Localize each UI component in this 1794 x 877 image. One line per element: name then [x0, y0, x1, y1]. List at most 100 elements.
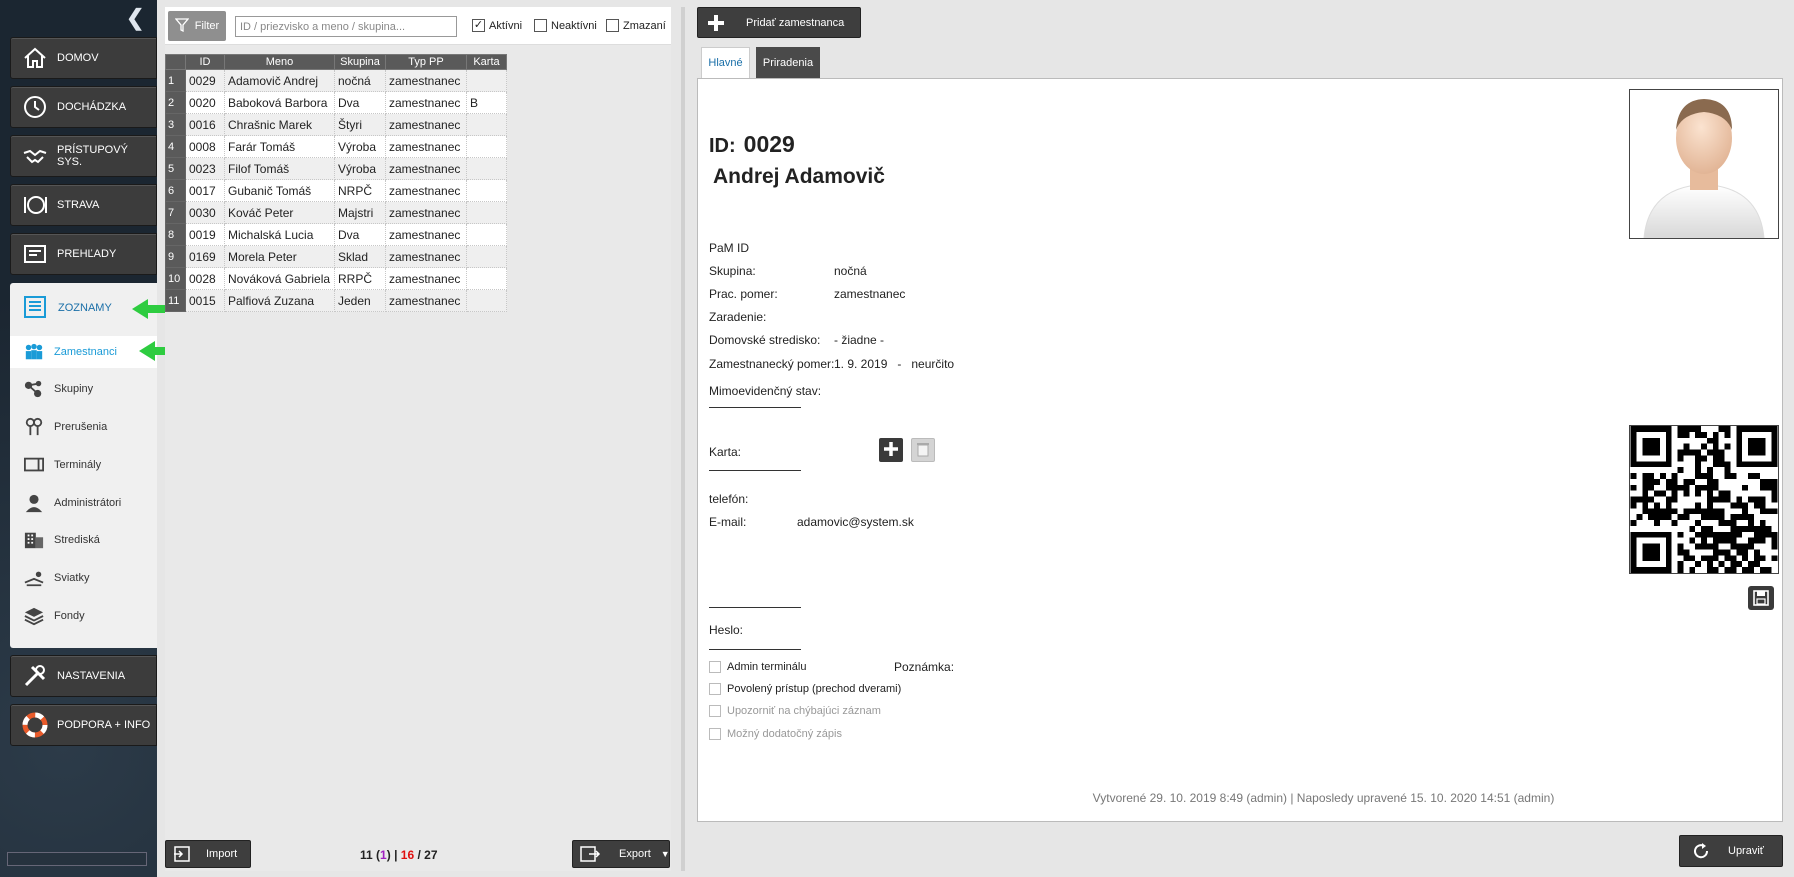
nav-dochadzka[interactable]: DOCHÁDZKA [10, 86, 157, 128]
sidebar-item-terminaly[interactable]: Terminály [10, 449, 157, 481]
column-header[interactable]: Skupina [334, 54, 386, 70]
table-row[interactable]: 8 0019 Michalská Lucia Dva zamestnanec [165, 223, 507, 246]
tab-hlavne[interactable]: Hlavné [701, 47, 750, 78]
nav-strava[interactable]: STRAVA [10, 184, 157, 226]
sidebar-item-sviatky[interactable]: Sviatky [10, 562, 157, 594]
table-cell: Kováč Peter [224, 201, 335, 224]
groups-icon [22, 378, 46, 400]
column-header[interactable]: Karta [466, 54, 507, 70]
mimo-label: Mimoevidenčný stav: [709, 384, 822, 398]
table-cell: Chrašnic Marek [224, 113, 335, 136]
row-number: 2 [165, 91, 186, 114]
table-cell: 0016 [185, 113, 225, 136]
skupina-value: nočná [834, 264, 867, 278]
nav-prehlady[interactable]: PREHĽADY [10, 233, 157, 275]
table-row[interactable]: 7 0030 Kováč Peter Majstri zamestnanec [165, 201, 507, 224]
table-row[interactable]: 4 0008 Farár Tomáš Výroba zamestnanec [165, 135, 507, 158]
sidebar-scrollbar[interactable] [7, 852, 147, 866]
table-cell: zamestnanec [385, 201, 467, 224]
table-row[interactable]: 2 0020 Baboková Barbora Dva zamestnanec B [165, 91, 507, 114]
delete-card-button[interactable] [911, 438, 935, 462]
nav-nastavenia[interactable]: NASTAVENIA [10, 655, 157, 697]
add-employee-button[interactable]: Pridať zamestnanca [697, 7, 861, 38]
table-cell: Filof Tomáš [224, 157, 335, 180]
table-row[interactable]: 9 0169 Morela Peter Sklad zamestnanec [165, 245, 507, 268]
edit-label: Upraviť [1728, 845, 1764, 857]
nav-label: PRÍSTUPOVÝ SYS. [57, 144, 128, 168]
nav-label: ZOZNAMY [58, 302, 112, 314]
plate-icon [21, 191, 49, 219]
poznamka-label: Poznámka: [894, 660, 955, 674]
sidebar-item-fondy[interactable]: Fondy [10, 600, 157, 632]
nav-domov[interactable]: DOMOV [10, 37, 157, 79]
export-icon [579, 845, 601, 863]
checkbox-aktivni[interactable]: ✓ Aktívni [472, 19, 522, 32]
tab-priradenia[interactable]: Priradenia [756, 47, 820, 78]
panel-splitter[interactable] [681, 7, 685, 871]
sidebar-item-prerusenia[interactable]: Prerušenia [10, 411, 157, 443]
sidebar-item-strediska[interactable]: Strediská [10, 524, 157, 556]
report-icon [21, 240, 49, 268]
sidebar-item-label: Strediská [54, 534, 100, 546]
table-cell: Výroba [334, 157, 386, 180]
building-icon [22, 529, 46, 551]
import-button[interactable]: Import [165, 840, 251, 868]
column-header[interactable]: Typ PP [385, 54, 467, 70]
column-header[interactable]: ID [185, 54, 225, 70]
table-cell: Morela Peter [224, 245, 335, 268]
row-number: 4 [165, 135, 186, 158]
collapse-sidebar-icon[interactable]: ❮ [126, 7, 144, 29]
table-cell: Adamovič Andrej [224, 69, 335, 92]
table-row[interactable]: 10 0028 Nováková Gabriela RRPČ zamestnanec [165, 267, 507, 290]
table-cell: B [466, 91, 507, 114]
table-row[interactable]: 1 0029 Adamovič Andrej nočná zamestnanec [165, 69, 507, 92]
checkbox-box [709, 728, 721, 740]
sidebar-item-zamestnanci[interactable]: Zamestnanci [10, 336, 157, 368]
table-row[interactable]: 5 0023 Filof Tomáš Výroba zamestnanec [165, 157, 507, 180]
sidebar-item-administratori[interactable]: Administrátori [10, 487, 157, 519]
sidebar-item-label: Prerušenia [54, 421, 108, 433]
table-cell: 0008 [185, 135, 225, 158]
employee-card: ID: 0029 Andrej Adamovič PaM ID Skupina: … [697, 78, 1783, 822]
divider [709, 649, 801, 650]
checkbox-neaktivni[interactable]: Neaktívni [534, 19, 597, 32]
table-cell: 0030 [185, 201, 225, 224]
option-povoleny-pristup[interactable]: Povolený prístup (prechod dverami) [709, 683, 901, 695]
export-button[interactable]: Export ▼ [572, 840, 670, 868]
table-cell [466, 267, 507, 290]
admin-icon [22, 492, 46, 514]
column-header[interactable]: Meno [224, 54, 335, 70]
edit-button[interactable]: Upraviť [1679, 835, 1783, 867]
checkbox-label: Aktívni [489, 19, 523, 32]
pomer-label: Prac. pomer: [709, 287, 778, 301]
count-paren: ( [372, 848, 381, 862]
funnel-icon [174, 17, 190, 35]
table-row[interactable]: 3 0016 Chrašnic Marek Štyri zamestnanec [165, 113, 507, 136]
table-cell: 0015 [185, 289, 225, 312]
table-row[interactable]: 11 0015 Palfiová Zuzana Jeden zamestnanec [165, 289, 507, 312]
table-cell: Sklad [334, 245, 386, 268]
sidebar-item-label: Administrátori [54, 497, 122, 509]
table-cell: Baboková Barbora [224, 91, 335, 114]
holiday-icon [22, 567, 46, 589]
checkbox-box [709, 683, 721, 695]
add-card-button[interactable] [879, 438, 903, 462]
nav-pristupovy-sys[interactable]: PRÍSTUPOVÝ SYS. [10, 135, 157, 177]
divider [709, 607, 801, 608]
checkbox-zmazani[interactable]: Zmazaní [606, 19, 666, 32]
table-row[interactable]: 6 0017 Gubanič Tomáš NRPČ zamestnanec [165, 179, 507, 202]
sidebar-item-skupiny[interactable]: Skupiny [10, 373, 157, 405]
search-input[interactable] [235, 16, 457, 37]
employee-photo[interactable] [1629, 89, 1779, 239]
clock-icon [21, 93, 49, 121]
option-label: Upozorniť na chýbajúci záznam [727, 705, 881, 717]
row-number: 9 [165, 245, 186, 268]
save-icon[interactable] [1748, 586, 1774, 610]
table-cell: zamestnanec [385, 223, 467, 246]
option-admin-terminalu[interactable]: Admin terminálu [709, 661, 806, 673]
table-cell: 0023 [185, 157, 225, 180]
table-cell: zamestnanec [385, 113, 467, 136]
nav-podpora-info[interactable]: PODPORA + INFO [10, 704, 157, 746]
dropdown-caret-icon[interactable]: ▼ [661, 849, 670, 859]
filter-button[interactable]: Filter [168, 11, 226, 41]
